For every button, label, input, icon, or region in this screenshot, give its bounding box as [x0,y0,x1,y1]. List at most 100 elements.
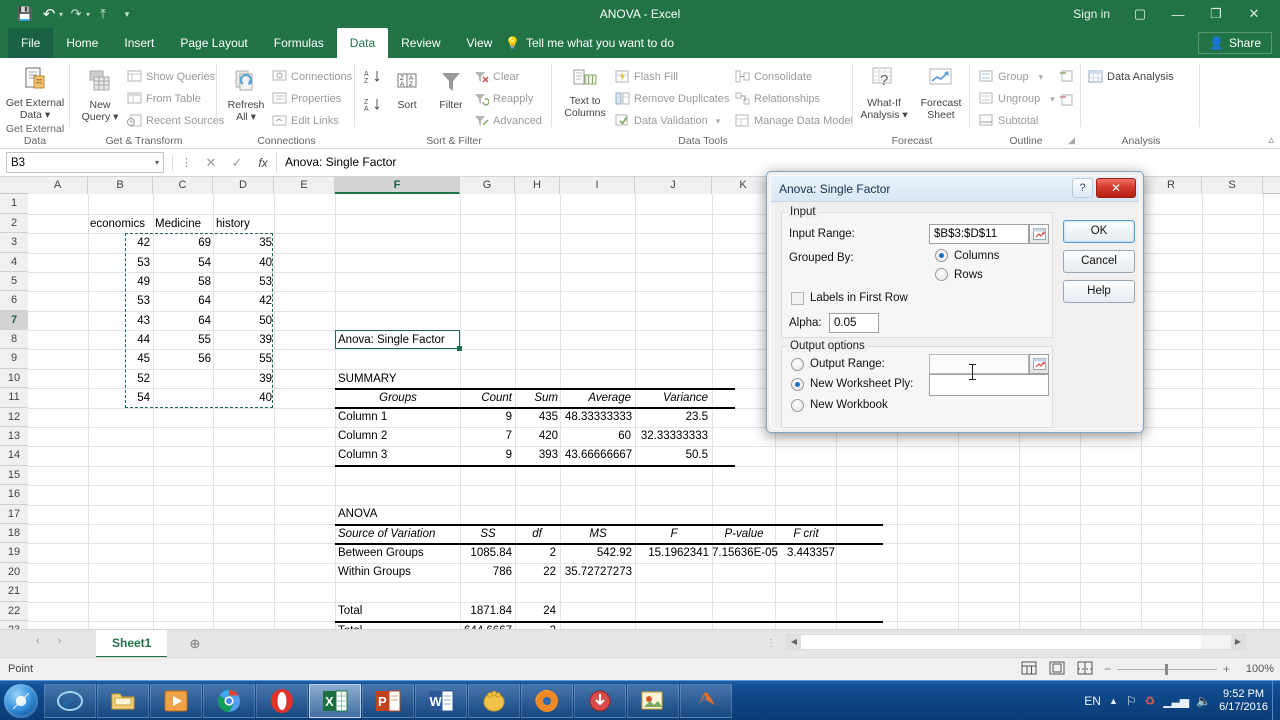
anova-row-1-fcrit[interactable]: 3.443357 [777,544,835,562]
ribbon-display-options-icon[interactable]: ▢ [1122,0,1158,28]
cancel-button[interactable]: Cancel [1063,250,1135,273]
zoom-in-button[interactable]: + [1223,662,1230,676]
row-header-18[interactable]: 18 [0,524,28,543]
row-header-2[interactable]: 2 [0,214,28,233]
row-header-23[interactable]: 23 [0,621,28,629]
summary-row-1-sum[interactable]: 435 [518,408,558,426]
confirm-entry-icon[interactable]: ✓ [224,155,250,171]
summary-row-1-average[interactable]: 48.33333333 [565,408,632,426]
column-header-I[interactable]: I [560,177,635,194]
sheet-prev-icon[interactable]: ‹ [36,635,40,647]
data-analysis-button[interactable]: Data Analysis [1088,69,1174,84]
new-worksheet-ply-radio[interactable] [791,378,804,391]
new-workbook-radio[interactable] [791,399,804,412]
column-header-G[interactable]: G [460,177,515,194]
cell-anova-label[interactable]: ANOVA [338,505,438,523]
anova-row-3-ss[interactable]: 1871.84 [462,602,512,620]
new-workbook-label[interactable]: New Workbook [810,399,888,411]
ungroup-dropdown-icon[interactable]: ▾ [1050,94,1055,105]
dialog-title-bar[interactable]: Anova: Single Factor ? ✕ [771,176,1139,202]
grouped-by-columns-label[interactable]: Columns [954,250,999,262]
tell-me-box[interactable]: 💡 Tell me what you want to do [505,28,674,58]
normal-view-icon[interactable] [1020,661,1038,677]
sort-button[interactable]: Z A A Z Sort [387,72,427,111]
relationships-button[interactable]: Relationships [735,91,820,106]
row-header-1[interactable]: 1 [0,194,28,214]
connections-button[interactable]: Connections [272,69,352,84]
taskbar-file-explorer[interactable] [97,684,149,718]
summary-row-1-count[interactable]: 9 [464,408,512,426]
output-range-field[interactable] [929,354,1029,374]
tab-data[interactable]: Data [336,28,389,58]
anova-row-3-df[interactable]: 24 [516,602,556,620]
scroll-left-icon[interactable]: ◀ [787,635,801,649]
language-indicator[interactable]: EN [1084,694,1101,708]
group-button[interactable]: Group ▾ [979,69,1043,84]
anova-row-1-ss[interactable]: 1085.84 [462,544,512,562]
antivirus-icon[interactable]: ♻ [1145,694,1156,708]
zoom-slider[interactable]: − + [1104,662,1230,676]
taskbar-word[interactable]: W [415,684,467,718]
taskbar-firefox[interactable] [521,684,573,718]
cancel-entry-icon[interactable]: ✕ [198,155,224,171]
anova-row-1-ms[interactable]: 542.92 [562,544,632,562]
row-header-4[interactable]: 4 [0,253,28,272]
add-sheet-icon[interactable]: ⊕ [186,635,204,653]
output-range-select-button[interactable] [1029,354,1049,374]
column-header-D[interactable]: D [213,177,274,194]
sign-in-button[interactable]: Sign in [1063,7,1120,21]
reapply-filter-button[interactable]: Reapply [474,91,533,106]
chevron-down-icon[interactable]: ▾ [155,158,159,167]
anova-row-4-df[interactable]: 2 [516,622,556,629]
show-hidden-icons-icon[interactable]: ▲ [1109,696,1118,706]
hide-detail-button[interactable] [1059,94,1073,110]
cell-D2[interactable]: history [216,215,274,233]
tab-home[interactable]: Home [53,28,111,58]
from-table-button[interactable]: From Table [127,91,201,106]
zoom-out-button[interactable]: − [1104,662,1111,676]
zoom-track[interactable] [1116,663,1217,675]
row-header-20[interactable]: 20 [0,563,28,582]
scroll-right-icon[interactable]: ▶ [1231,635,1245,649]
anova-row-2-df[interactable]: 22 [516,563,556,581]
row-header-11[interactable]: 11 [0,388,28,408]
sort-descending-button[interactable]: ZA [364,96,384,117]
tab-insert[interactable]: Insert [111,28,167,58]
taskbar-google-chrome[interactable] [203,684,255,718]
zoom-level-label[interactable]: 100% [1240,663,1274,675]
row-header-14[interactable]: 14 [0,446,28,466]
row-header-13[interactable]: 13 [0,427,28,446]
output-range-label[interactable]: Output Range: [810,358,885,370]
ungroup-button[interactable]: Ungroup ▾ [979,91,1055,106]
row-header-17[interactable]: 17 [0,505,28,524]
taskbar-matlab[interactable] [680,684,732,718]
anova-row-2-source[interactable]: Within Groups [338,563,460,581]
subtotal-button[interactable]: Subtotal [979,113,1038,128]
dialog-close-icon[interactable]: ✕ [1096,178,1136,198]
summary-row-3-sum[interactable]: 393 [518,446,558,464]
new-query-button[interactable]: New Query ▾ [75,68,125,123]
show-queries-button[interactable]: Show Queries [127,69,215,84]
tab-file[interactable]: File [8,28,54,58]
row-header-5[interactable]: 5 [0,272,28,291]
zoom-thumb[interactable] [1164,663,1168,675]
grouped-by-rows-label[interactable]: Rows [954,269,983,281]
taskbar-download-manager[interactable] [574,684,626,718]
tab-view[interactable]: View [454,28,506,58]
new-worksheet-ply-field[interactable] [929,374,1049,396]
row-header-9[interactable]: 9 [0,349,28,369]
anova-row-2-ms[interactable]: 35.72727273 [558,563,632,581]
insert-function-icon[interactable]: fx [250,156,276,170]
volume-icon[interactable]: 🔈 [1196,694,1211,708]
sort-ascending-button[interactable]: AZ [364,68,384,89]
alpha-field[interactable]: 0.05 [829,313,879,333]
ok-button[interactable]: OK [1063,220,1135,243]
remove-duplicates-button[interactable]: Remove Duplicates [615,91,729,106]
taskbar-opera[interactable] [256,684,308,718]
sheet-tab-sheet1[interactable]: Sheet1 [96,630,168,658]
clock[interactable]: 9:52 PM 6/17/2016 [1219,688,1268,714]
cell-C2[interactable]: Medicine [155,215,213,233]
group-dropdown-icon[interactable]: ▾ [1039,72,1044,83]
share-button[interactable]: 👤 Share [1198,32,1272,54]
scroll-grip[interactable]: ⋮ [766,638,776,649]
